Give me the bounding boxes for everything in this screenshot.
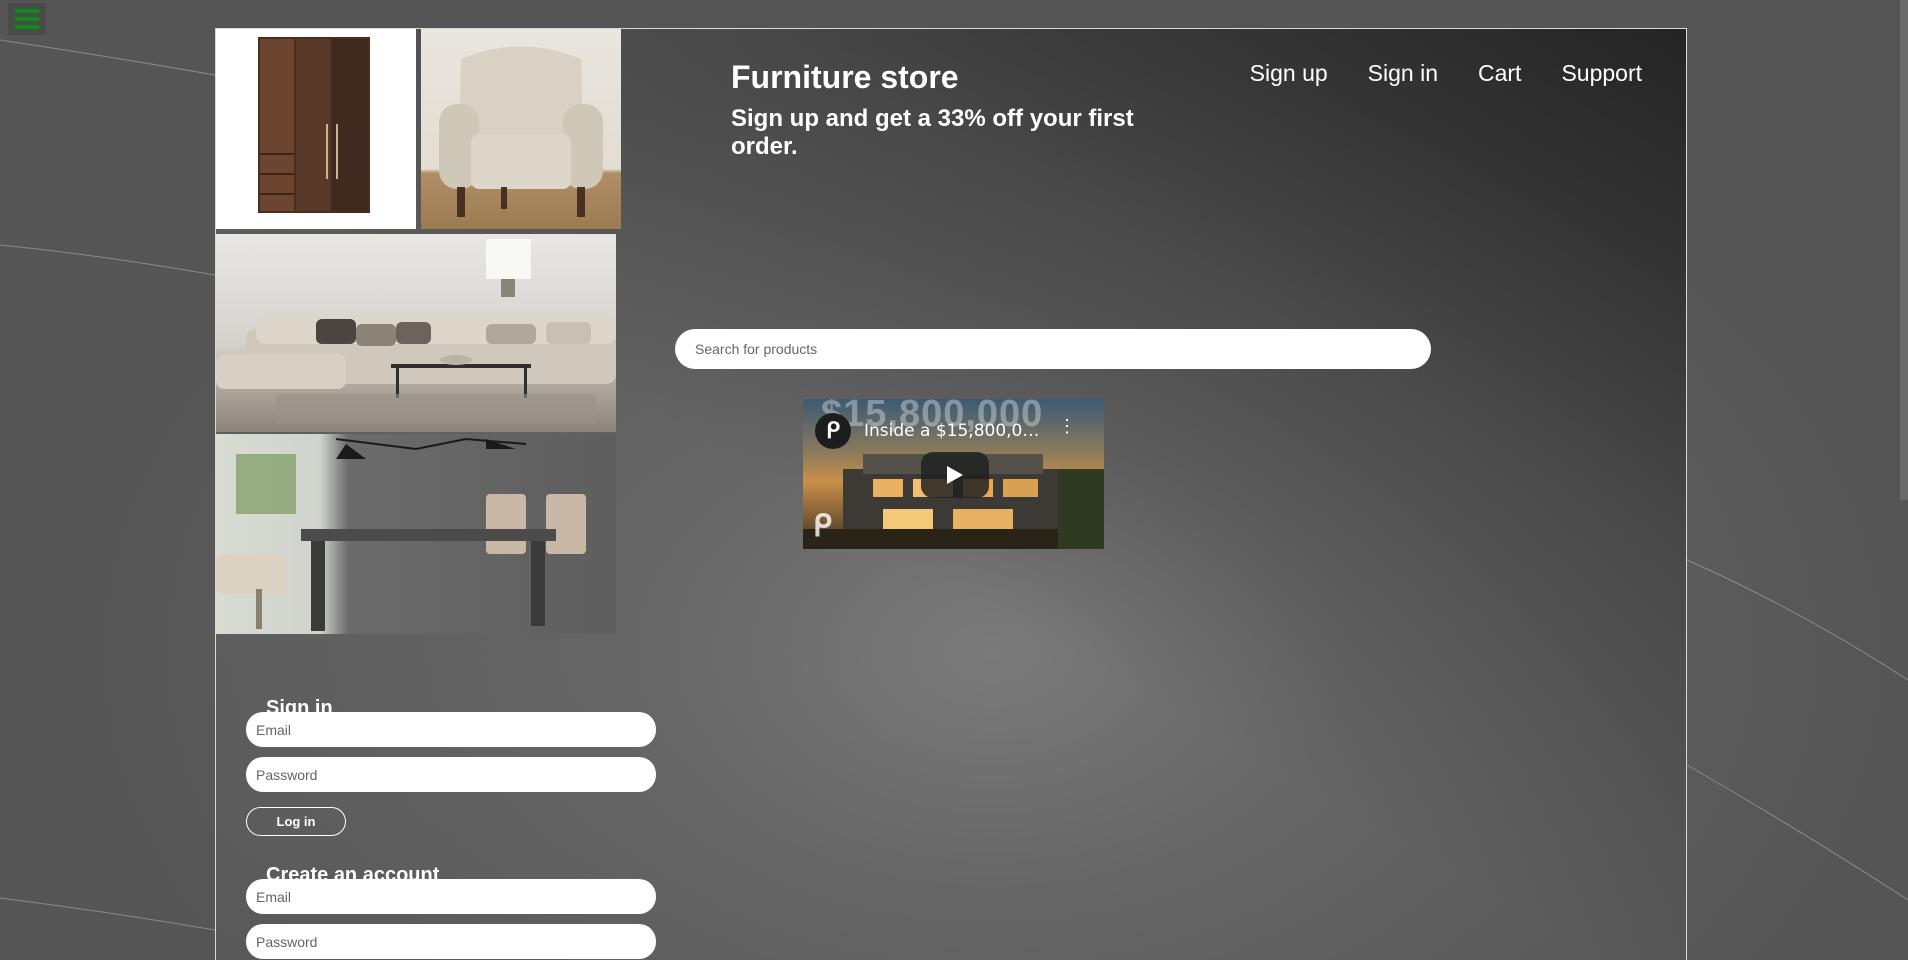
- nav-cart-link[interactable]: Cart: [1478, 60, 1521, 87]
- hamburger-menu-icon[interactable]: [8, 3, 46, 35]
- nav-support-link[interactable]: Support: [1561, 60, 1642, 87]
- create-account-password-field[interactable]: [246, 924, 656, 959]
- dining-table-image: [216, 434, 616, 634]
- sign-in-password-field[interactable]: [246, 757, 656, 792]
- nav-sign-up-link[interactable]: Sign up: [1250, 60, 1328, 87]
- more-vertical-icon[interactable]: ⋮: [1058, 417, 1076, 435]
- top-nav: Sign up Sign in Cart Support: [1250, 60, 1642, 87]
- play-icon[interactable]: [921, 452, 989, 498]
- search-input[interactable]: [675, 329, 1431, 369]
- create-account-email-field[interactable]: [246, 879, 656, 914]
- wardrobe-image: [216, 29, 416, 229]
- sofa-living-room-image: [216, 234, 616, 432]
- page-title: Furniture store: [731, 59, 959, 95]
- armchair-image: [421, 29, 621, 229]
- channel-watermark-icon: ᑭ: [813, 510, 832, 543]
- nav-sign-in-link[interactable]: Sign in: [1368, 60, 1438, 87]
- sign-in-email-field[interactable]: [246, 712, 656, 747]
- channel-logo-icon[interactable]: ᑭ: [815, 413, 851, 449]
- log-in-button[interactable]: Log in: [246, 807, 346, 836]
- video-embed[interactable]: $15,800,000 ᑭ Inside a $15,800,000... ⋮ …: [803, 399, 1104, 549]
- scrollbar[interactable]: [1900, 0, 1908, 500]
- promo-subtitle: Sign up and get a 33% off your first ord…: [731, 105, 1134, 160]
- video-title[interactable]: Inside a $15,800,000...: [864, 421, 1048, 441]
- page-container: Furniture store Sign up and get a 33% of…: [215, 28, 1687, 960]
